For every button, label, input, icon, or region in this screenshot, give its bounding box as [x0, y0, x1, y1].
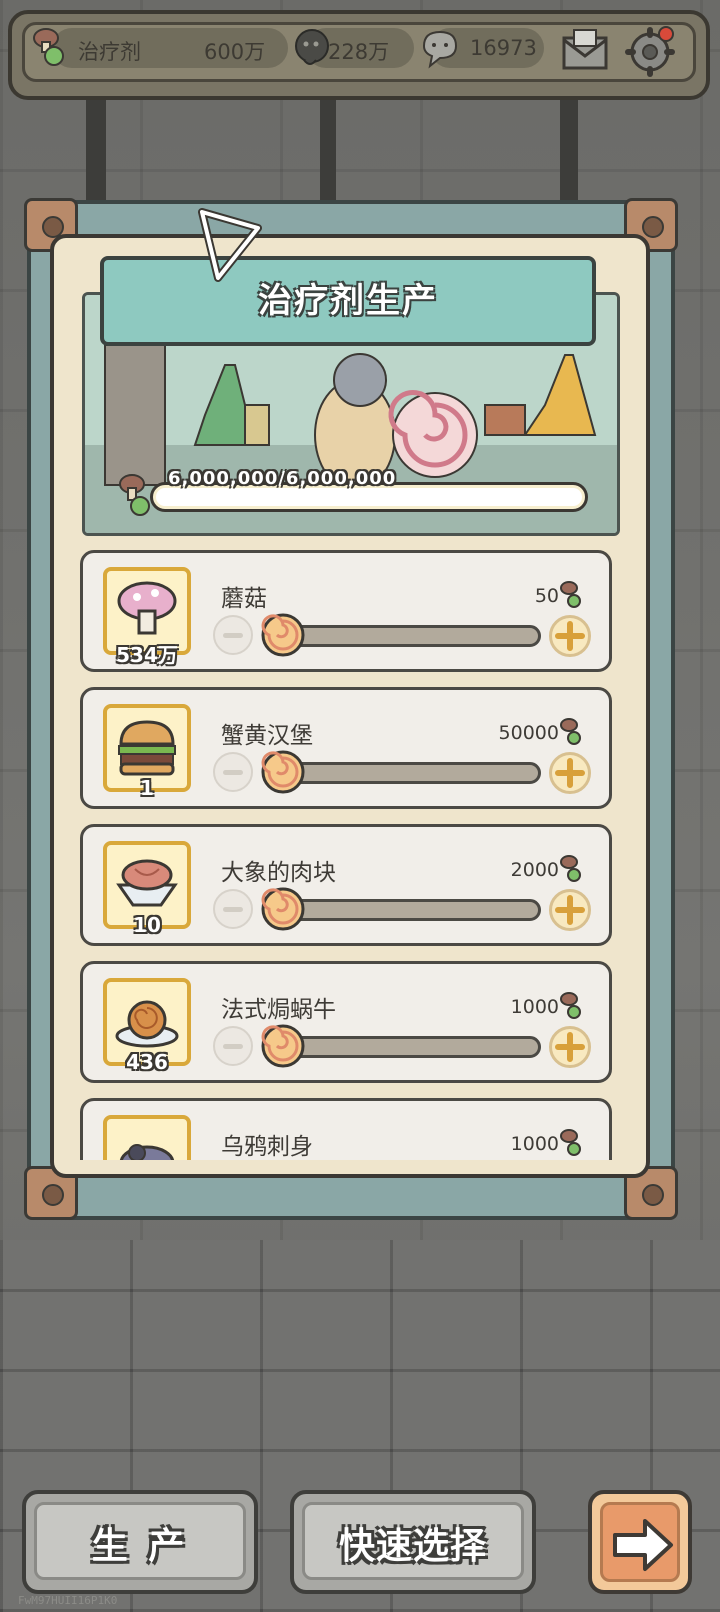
- list-item: 10 大象的肉块 2000: [80, 824, 612, 946]
- wall-pipe: [560, 88, 578, 208]
- quantity-slider[interactable]: [273, 1036, 541, 1058]
- plus-icon: [555, 758, 585, 788]
- next-button-face: [600, 1502, 680, 1582]
- healing-agent-icon: [33, 28, 64, 66]
- quantity-slider[interactable]: [273, 899, 541, 921]
- healing-agent-icon: [560, 992, 581, 1019]
- item-cost: 1000: [510, 1133, 559, 1155]
- produce-button-face: 生 产: [34, 1502, 246, 1580]
- item-cost: 2000: [510, 859, 559, 881]
- speech-bubble-icon: [422, 30, 458, 69]
- snail-shell-slider-handle-icon[interactable]: [259, 748, 307, 796]
- item-name: 蟹黄汉堡: [221, 723, 313, 749]
- list-item: 534万 蘑菇 50: [80, 550, 612, 672]
- snail-shell-slider-handle-icon[interactable]: [259, 1022, 307, 1070]
- increase-button[interactable]: [549, 615, 591, 657]
- list-item: 436 法式焗蜗牛 1000: [80, 961, 612, 1083]
- crow-sashimi-icon: [119, 1144, 175, 1160]
- mail-icon[interactable]: [560, 26, 610, 74]
- quick-select-button-label: 快速选择: [338, 1526, 487, 1567]
- snail-shell-slider-handle-icon[interactable]: [259, 611, 307, 659]
- increase-button[interactable]: [549, 1026, 591, 1068]
- title-banner: 治疗剂生产: [100, 256, 596, 346]
- build-watermark: FwM97HUII16P1K0: [18, 1594, 118, 1607]
- item-cost: 1000: [510, 996, 559, 1018]
- wall-pipe: [320, 88, 336, 208]
- list-item: 乌鸦刺身 1000: [80, 1098, 612, 1160]
- quantity-slider[interactable]: [273, 762, 541, 784]
- healing-agent-icon: [560, 855, 581, 882]
- item-count: 10: [133, 913, 161, 937]
- item-name: 法式焗蜗牛: [221, 997, 336, 1023]
- arrow-right-icon: [613, 1519, 673, 1571]
- healing-agent-icon: [119, 474, 150, 516]
- decrease-button[interactable]: [213, 752, 253, 792]
- wall-pipe: [86, 88, 106, 208]
- item-count: 436: [126, 1050, 168, 1074]
- produce-button-label: 生 产: [91, 1526, 189, 1567]
- healing-agent-value: 600万: [204, 40, 266, 64]
- item-name: 乌鸦刺身: [221, 1134, 313, 1160]
- decrease-button[interactable]: [213, 1026, 253, 1066]
- increase-button[interactable]: [549, 752, 591, 794]
- list-item: 1 蟹黄汉堡 50000: [80, 687, 612, 809]
- triangle-logo-icon: [198, 208, 262, 282]
- progress-fill: [156, 488, 582, 506]
- progress-text: 6,000,000/6,000,000: [168, 468, 397, 489]
- decrease-button[interactable]: [213, 889, 253, 929]
- plus-icon: [555, 621, 585, 651]
- quick-select-button-face: 快速选择: [302, 1502, 524, 1580]
- item-name: 大象的肉块: [221, 860, 336, 886]
- healing-agent-icon: [560, 1129, 581, 1156]
- item-count: 534万: [116, 643, 178, 667]
- snail-shell-slider-handle-icon[interactable]: [259, 885, 307, 933]
- quantity-slider[interactable]: [273, 625, 541, 647]
- item-name: 蘑菇: [221, 586, 267, 612]
- next-button[interactable]: [588, 1490, 692, 1594]
- plus-icon: [555, 895, 585, 925]
- gear-icon[interactable]: [622, 22, 678, 78]
- decrease-button[interactable]: [213, 615, 253, 655]
- produce-button[interactable]: 生 产: [22, 1490, 258, 1594]
- item-count: 1: [140, 776, 154, 800]
- healing-agent-label: 治疗剂: [78, 40, 141, 64]
- quick-select-button[interactable]: 快速选择: [290, 1490, 536, 1594]
- currency1-value: 228万: [328, 40, 390, 64]
- plus-icon: [555, 1032, 585, 1062]
- item-cost: 50: [534, 585, 559, 607]
- healing-agent-icon: [560, 581, 581, 608]
- healing-agent-icon: [560, 718, 581, 745]
- item-thumbnail[interactable]: [103, 1115, 191, 1160]
- currency2-value: 16973: [470, 36, 537, 60]
- increase-button[interactable]: [549, 889, 591, 931]
- ingredient-list[interactable]: 534万 蘑菇 50 1 蟹黄汉堡 50000 10 大象的肉块 2000 43…: [80, 548, 616, 1160]
- panel-title: 治疗剂生产: [258, 281, 438, 321]
- item-cost: 50000: [498, 722, 559, 744]
